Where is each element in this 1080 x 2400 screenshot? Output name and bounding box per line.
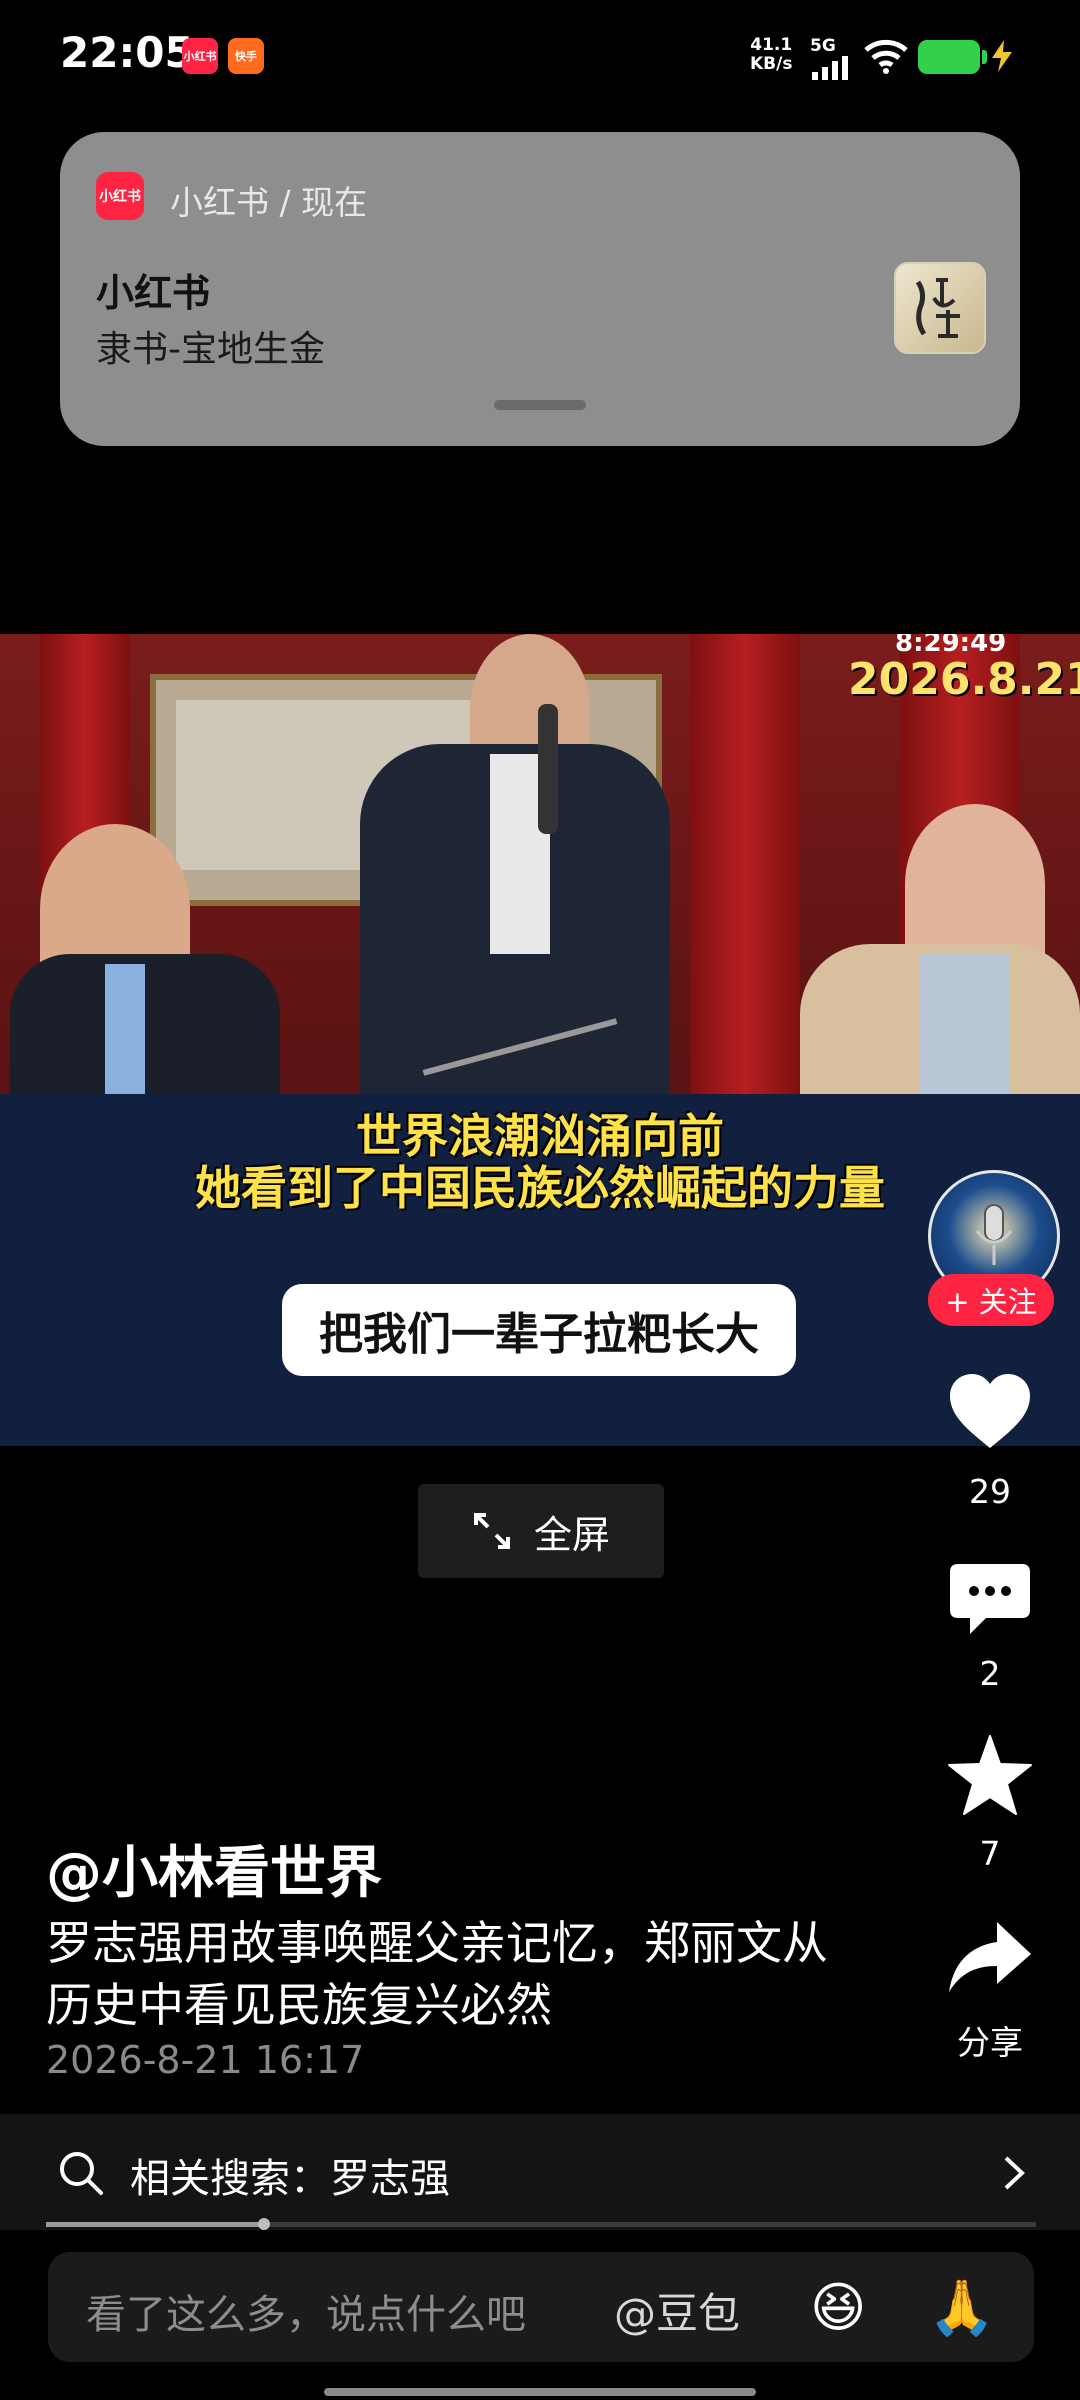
star-icon (948, 1735, 1032, 1815)
home-indicator[interactable] (324, 2388, 756, 2396)
person-left-tie (105, 964, 145, 1094)
playback-progress[interactable] (46, 2218, 1036, 2230)
mention-doubao-button[interactable]: @豆包 (614, 2280, 740, 2341)
fullscreen-button[interactable]: 全屏 (418, 1484, 664, 1578)
net-speed: 41.1 KB/s (750, 36, 792, 74)
battery-icon (918, 40, 980, 74)
related-search-label: 相关搜索：罗志强 (130, 2156, 450, 2202)
person-left-body (10, 954, 280, 1094)
expand-icon (473, 1513, 510, 1549)
like-count: 29 (969, 1472, 1011, 1511)
heart-icon (950, 1374, 1030, 1448)
notification-thumbnail-calligraphy (894, 262, 986, 354)
like-button[interactable] (940, 1372, 1040, 1450)
charging-icon (992, 40, 1012, 72)
related-search-bar[interactable]: 相关搜索：罗志强 (0, 2114, 1080, 2230)
video-caption-line-2: 她看到了中国民族必然崛起的力量 (195, 1161, 885, 1215)
fullscreen-label: 全屏 (533, 1512, 610, 1557)
share-button[interactable] (940, 1920, 1040, 1996)
status-time: 22:05 (60, 28, 194, 77)
comment-count: 2 (979, 1654, 1001, 1693)
notification-source: 小红书 / 现在 (170, 183, 368, 222)
playback-progress-knob[interactable] (257, 2218, 270, 2230)
network-type: 5G (810, 36, 836, 56)
favorite-button[interactable] (940, 1734, 1040, 1816)
comment-bubble-icon (950, 1564, 1030, 1634)
share-arrow-icon (949, 1922, 1031, 1992)
comment-input-placeholder[interactable]: 看了这么多，说点什么吧 (86, 2282, 526, 2340)
video-sticker-text: 把我们一辈子拉粑长大 (282, 1284, 796, 1376)
notification-body: 隶书-宝地生金 (96, 329, 325, 370)
signal-bars-icon (812, 56, 848, 80)
comment-button[interactable] (940, 1562, 1040, 1636)
notification-drag-handle[interactable] (494, 400, 586, 410)
comment-input-bar[interactable]: 看了这么多，说点什么吧 @豆包 😆 🙏 (48, 2252, 1034, 2362)
playback-progress-fill (46, 2222, 264, 2227)
video-frame: 8:29:49 2026.8.21 (0, 634, 1080, 1094)
post-time: 2026-8-21 16:17 (46, 2038, 365, 2082)
net-speed-unit: KB/s (750, 54, 793, 74)
microphone-handheld (538, 704, 558, 834)
share-label[interactable]: 分享 (930, 2016, 1050, 2064)
laugh-emoji-button[interactable]: 😆 (810, 2276, 866, 2339)
xiaohongshu-status-icon: 小红书 (182, 38, 218, 74)
search-icon (60, 2152, 103, 2195)
post-title: 罗志强用故事唤醒父亲记忆，郑丽文从历史中看见民族复兴必然 (46, 1916, 828, 2032)
wifi-icon (864, 39, 908, 74)
person-right-head (905, 804, 1045, 964)
battery-nub (982, 50, 987, 64)
notification-app-icon: 小红书 (96, 172, 144, 220)
chevron-right-icon (1004, 2156, 1025, 2190)
favorite-count: 7 (979, 1834, 1001, 1873)
pray-emoji-button[interactable]: 🙏 (928, 2276, 995, 2340)
video-caption-area: 世界浪潮汹涌向前 她看到了中国民族必然崛起的力量 把我们一辈子拉粑长大 (0, 1094, 1080, 1446)
video-player[interactable]: 8:29:49 2026.8.21 世界浪潮汹涌向前 她看到了中国民族必然崛起的… (0, 634, 1080, 1446)
kuaishou-status-icon: 快手 (228, 38, 264, 74)
video-date-overlay: 2026.8.21 (848, 654, 1080, 705)
person-right-shirt (920, 954, 1010, 1094)
follow-button[interactable]: + 关注 (928, 1274, 1054, 1326)
notification-title: 小红书 (96, 271, 211, 315)
status-bar: 22:05 小红书 快手 41.1 KB/s 5G (0, 0, 1080, 110)
curtain (690, 634, 800, 1094)
net-speed-value: 41.1 (750, 35, 793, 55)
notification-banner[interactable]: 小红书 小红书 / 现在 小红书 隶书-宝地生金 (60, 132, 1020, 446)
author-name[interactable]: @小林看世界 (46, 1828, 382, 1909)
